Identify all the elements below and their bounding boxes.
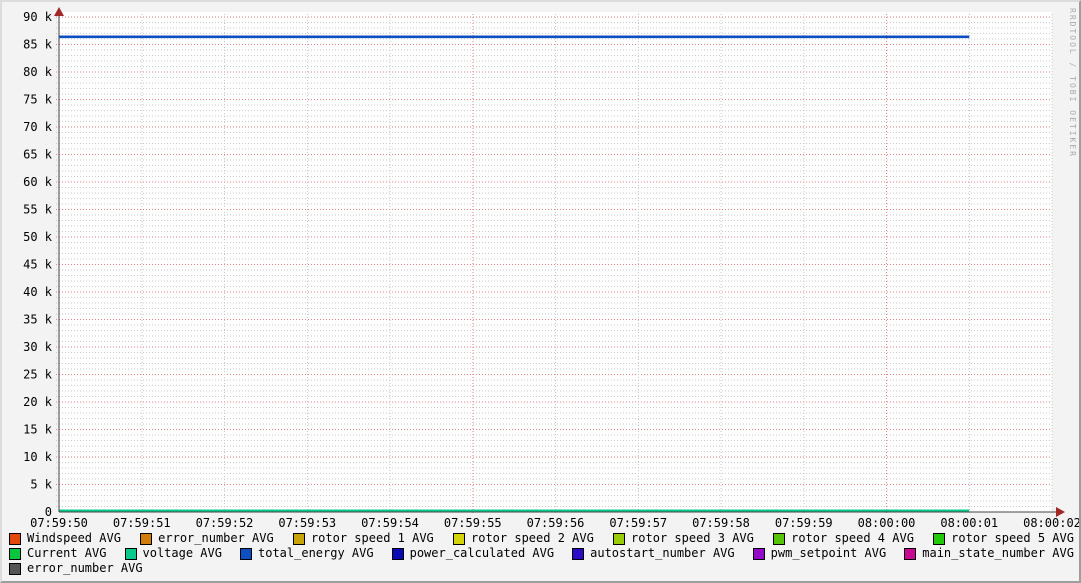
legend-item: pwm_setpoint AVG: [753, 546, 887, 561]
legend-label: pwm_setpoint AVG: [771, 546, 887, 561]
x-tick-label: 07:59:59: [775, 516, 833, 530]
y-tick-label: 85 k: [23, 38, 53, 52]
legend-swatch: [933, 533, 945, 545]
x-tick-label: 07:59:58: [692, 516, 750, 530]
legend-swatch: [453, 533, 465, 545]
x-tick-label: 07:59:54: [361, 516, 419, 530]
legend-swatch: [753, 548, 765, 560]
y-tick-label: 70 k: [23, 120, 53, 134]
legend-item: autostart_number AVG: [572, 546, 735, 561]
legend-item: rotor speed 1 AVG: [293, 531, 434, 546]
y-tick-label: 60 k: [23, 175, 53, 189]
x-tick-label: 07:59:53: [278, 516, 336, 530]
legend-label: autostart_number AVG: [590, 546, 735, 561]
legend-label: rotor speed 2 AVG: [471, 531, 594, 546]
legend-label: error_number AVG: [27, 561, 143, 576]
legend-swatch: [140, 533, 152, 545]
legend-item: voltage AVG: [125, 546, 222, 561]
legend-swatch: [904, 548, 916, 560]
y-tick-label: 35 k: [23, 313, 53, 327]
legend-item: rotor speed 2 AVG: [453, 531, 594, 546]
y-tick-label: 90 k: [23, 10, 53, 24]
y-tick-label: 50 k: [23, 230, 53, 244]
y-tick-label: 40 k: [23, 285, 53, 299]
legend-row: Windspeed AVG error_number AVG rotor speed…: [2, 531, 1079, 546]
legend-swatch: [293, 533, 305, 545]
x-tick-label: 07:59:51: [113, 516, 171, 530]
y-tick-label: 15 k: [23, 423, 53, 437]
legend-swatch: [240, 548, 252, 560]
legend-item: error_number AVG: [140, 531, 274, 546]
legend-label: rotor speed 4 AVG: [791, 531, 914, 546]
chart-legend: Windspeed AVG error_number AVG rotor speed…: [2, 531, 1079, 576]
legend-item: main_state_number AVG: [904, 546, 1074, 561]
legend-item: rotor speed 3 AVG: [613, 531, 754, 546]
legend-label: voltage AVG: [143, 546, 222, 561]
x-tick-label: 07:59:50: [30, 516, 88, 530]
legend-label: total_energy AVG: [258, 546, 374, 561]
x-tick-label: 07:59:57: [609, 516, 667, 530]
legend-item: error_number AVG: [9, 561, 143, 576]
y-tick-label: 5 k: [30, 478, 52, 492]
y-tick-label: 80 k: [23, 65, 53, 79]
legend-item: Current AVG: [9, 546, 106, 561]
x-tick-label: 07:59:56: [527, 516, 585, 530]
legend-swatch: [572, 548, 584, 560]
rrdtool-graph: 05 k10 k15 k20 k25 k30 k35 k40 k45 k50 k…: [0, 0, 1081, 583]
legend-item: total_energy AVG: [240, 546, 374, 561]
legend-row: Current AVG voltage AVG total_energy AVG po…: [2, 546, 1079, 561]
y-tick-label: 75 k: [23, 93, 53, 107]
y-tick-label: 65 k: [23, 148, 53, 162]
legend-label: rotor speed 3 AVG: [631, 531, 754, 546]
legend-label: rotor speed 5 AVG: [951, 531, 1074, 546]
x-tick-label: 08:00:02: [1023, 516, 1081, 530]
legend-label: main_state_number AVG: [922, 546, 1074, 561]
x-tick-label: 07:59:52: [196, 516, 254, 530]
legend-swatch: [125, 548, 137, 560]
legend-label: Windspeed AVG: [27, 531, 121, 546]
legend-item: power_calculated AVG: [392, 546, 555, 561]
legend-item: rotor speed 4 AVG: [773, 531, 914, 546]
legend-swatch: [9, 548, 21, 560]
legend-label: rotor speed 1 AVG: [311, 531, 434, 546]
y-tick-label: 25 k: [23, 368, 53, 382]
x-tick-label: 07:59:55: [444, 516, 502, 530]
x-tick-label: 08:00:01: [940, 516, 998, 530]
y-tick-label: 10 k: [23, 450, 53, 464]
y-axis-arrow: [54, 7, 64, 16]
chart-canvas: 05 k10 k15 k20 k25 k30 k35 k40 k45 k50 k…: [2, 2, 1081, 583]
legend-label: Current AVG: [27, 546, 106, 561]
legend-swatch: [392, 548, 404, 560]
legend-swatch: [613, 533, 625, 545]
legend-swatch: [9, 563, 21, 575]
legend-row: error_number AVG: [2, 561, 1079, 576]
y-tick-label: 20 k: [23, 395, 53, 409]
legend-item: rotor speed 5 AVG: [933, 531, 1074, 546]
legend-label: power_calculated AVG: [410, 546, 555, 561]
y-tick-label: 30 k: [23, 340, 53, 354]
y-tick-label: 55 k: [23, 203, 53, 217]
rrdtool-watermark: RRDTOOL / TOBI OETIKER: [1068, 8, 1077, 158]
legend-item: Windspeed AVG: [9, 531, 121, 546]
legend-label: error_number AVG: [158, 531, 274, 546]
y-tick-label: 45 k: [23, 258, 53, 272]
legend-swatch: [773, 533, 785, 545]
legend-swatch: [9, 533, 21, 545]
x-tick-label: 08:00:00: [858, 516, 916, 530]
